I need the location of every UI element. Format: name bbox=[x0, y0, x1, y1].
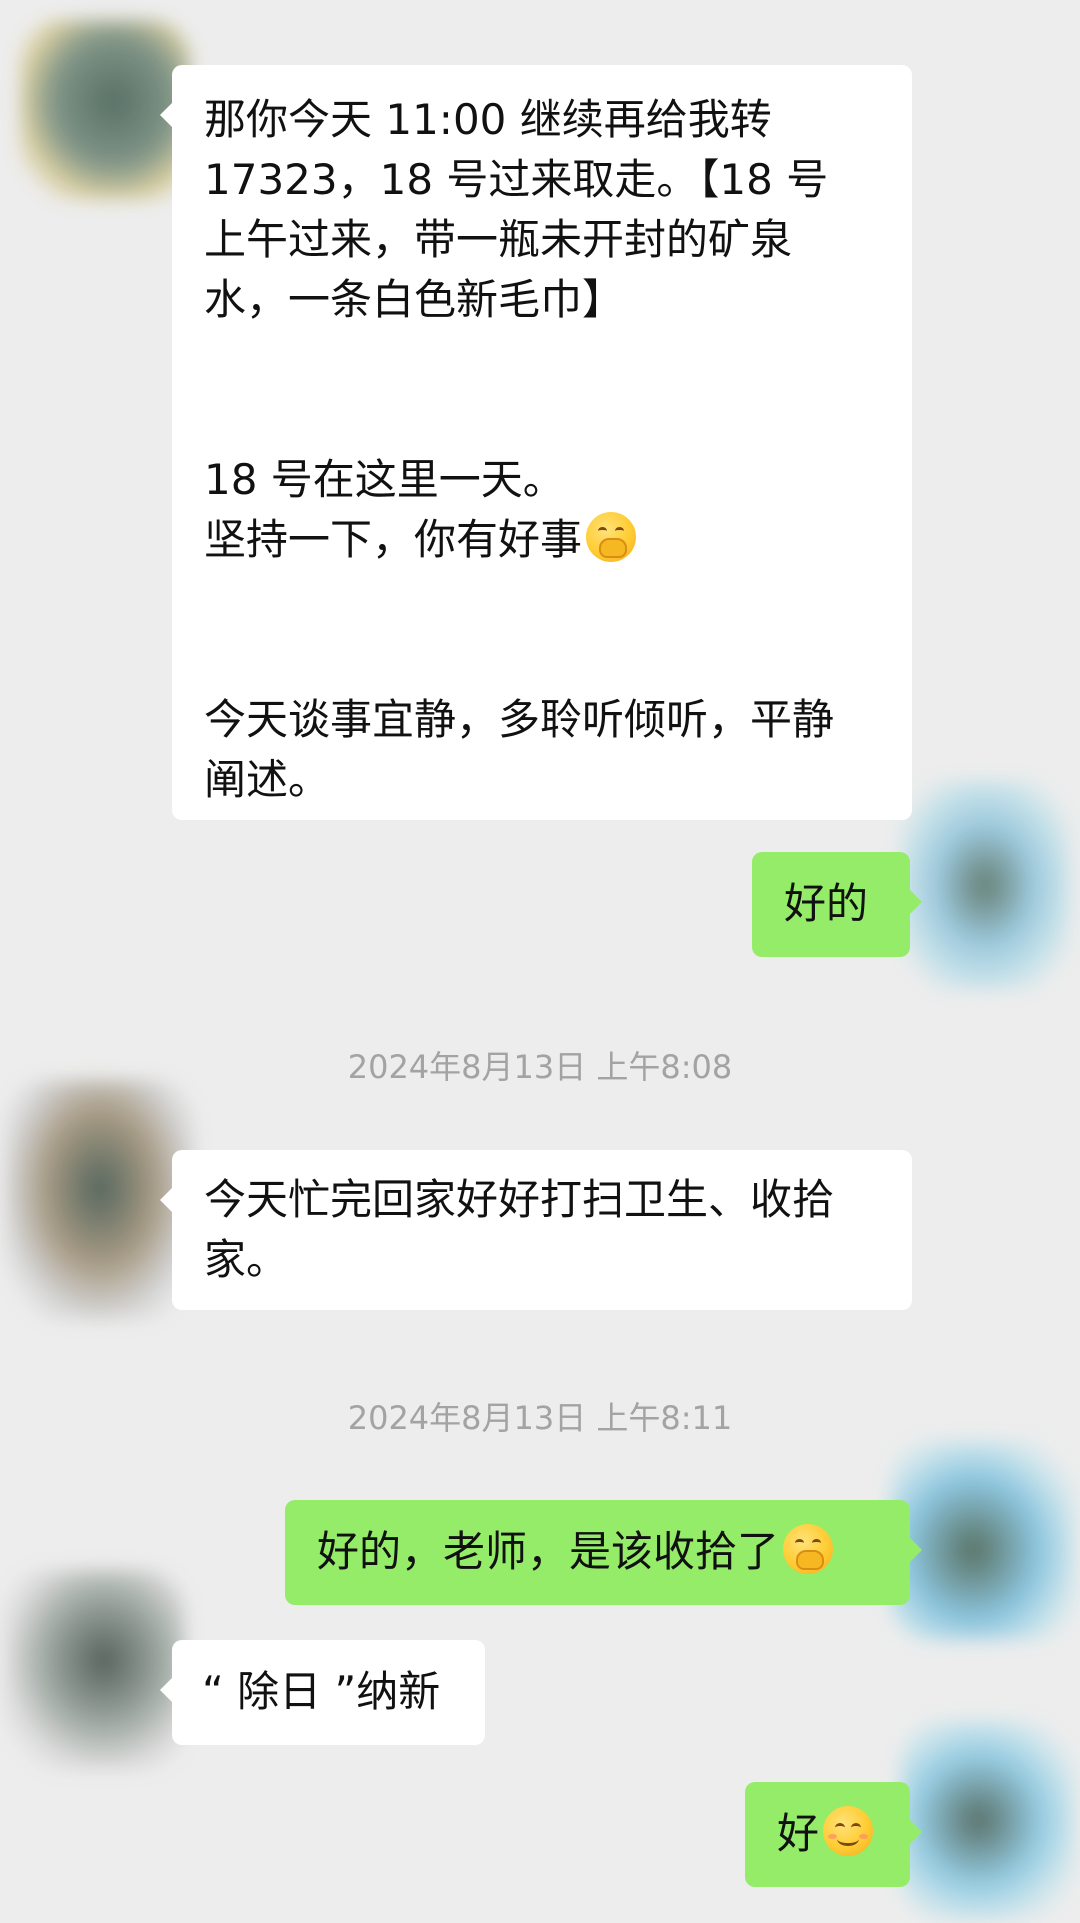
chat-view[interactable]: 那你今天 11:00 继续再给我转 17323，18 号过来取走。【18 号 上… bbox=[0, 0, 1080, 1923]
hand-over-mouth-emoji bbox=[586, 512, 637, 562]
outgoing-message-bubble[interactable]: 好的 bbox=[752, 852, 922, 957]
self-avatar-blurred[interactable] bbox=[900, 780, 1070, 990]
message-timestamp: 2024年8月13日 上午8:11 bbox=[347, 1399, 733, 1437]
message-text: 好的 bbox=[784, 879, 869, 928]
incoming-message-bubble[interactable]: 那你今天 11:00 继续再给我转 17323，18 号过来取走。【18 号 上… bbox=[160, 65, 912, 820]
hand-over-mouth-emoji bbox=[783, 1524, 834, 1574]
message-timestamp: 2024年8月13日 上午8:08 bbox=[347, 1048, 733, 1086]
message-text: 好的，老师，是该收拾了 bbox=[317, 1522, 878, 1582]
outgoing-message-bubble[interactable]: 好的，老师，是该收拾了 bbox=[285, 1500, 922, 1605]
incoming-message-bubble[interactable]: 今天忙完回家好好打扫卫生、收拾 家。 bbox=[160, 1150, 912, 1310]
message-text: 今天忙完回家好好打扫卫生、收拾 家。 bbox=[204, 1175, 835, 1284]
contact-avatar-blurred[interactable] bbox=[5, 1570, 185, 1770]
incoming-message-bubble[interactable]: “ 除日 ”纳新 bbox=[160, 1640, 485, 1745]
message-text: 那你今天 11:00 继续再给我转 17323，18 号过来取走。【18 号 上… bbox=[204, 95, 835, 804]
self-avatar-blurred[interactable] bbox=[900, 1720, 1075, 1920]
message-text: 好 bbox=[777, 1804, 878, 1864]
outgoing-message-bubble[interactable]: 好 bbox=[745, 1782, 922, 1887]
smiling-face-emoji bbox=[823, 1806, 874, 1856]
message-text: “ 除日 ”纳新 bbox=[202, 1667, 441, 1716]
